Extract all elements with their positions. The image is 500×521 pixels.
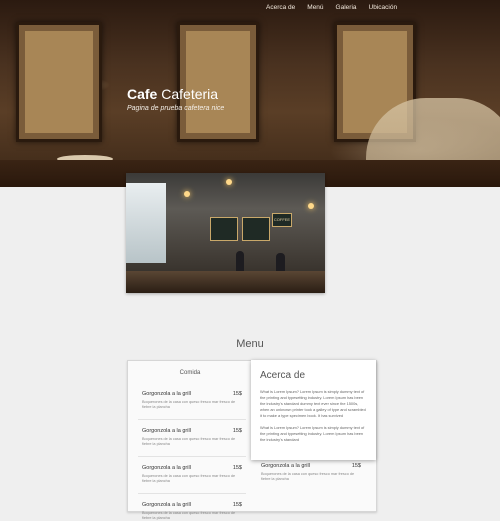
top-nav: Acerca de Menú Galeria Ubicación (266, 0, 397, 14)
site-title: Cafe Cafeteria (127, 86, 219, 102)
hero-banner: Acerca de Menú Galeria Ubicación Cafe Ca… (0, 0, 500, 187)
about-paragraph: What is Lorem Ipsum? Lorem Ipsum is simp… (260, 389, 366, 418)
nav-link-menu[interactable]: Menú (307, 4, 323, 11)
brand: Cafe Cafeteria Pagina de prueba cafetera… (127, 86, 224, 112)
menu-item-price: 15$ (351, 463, 361, 469)
menu-item-name: Gorgonzola a la grill (142, 502, 191, 508)
menu-item: Gorgonzola a la grill 15$ Boquerones de l… (138, 428, 246, 457)
menu-item-name: Gorgonzola a la grill (261, 463, 310, 469)
menu-item-description: Boquerones de la casa con queso fresco m… (142, 511, 236, 520)
photo-bar-counter (126, 271, 325, 293)
menu-item: Gorgonzola a la grill 15$ Boquerones de l… (142, 502, 242, 521)
menu-item-price: 15$ (232, 428, 242, 434)
menu-item-name: Gorgonzola a la grill (142, 465, 191, 471)
nav-link-ubicacion[interactable]: Ubicación (369, 4, 398, 11)
wall-frame-center (177, 22, 259, 142)
menu-item-description: Boquerones de la casa con queso fresco m… (142, 400, 236, 409)
photo-menu-board (242, 217, 270, 241)
photo-person (236, 251, 244, 273)
about-card: Acerca de What is Lorem Ipsum? Lorem Ips… (251, 360, 376, 460)
nav-link-acerca[interactable]: Acerca de (266, 4, 295, 11)
menu-item-description: Boquerones de la casa con queso fresco m… (142, 437, 236, 446)
site-subtitle: Pagina de prueba cafetera nice (127, 105, 225, 112)
photo-light (184, 191, 190, 197)
photo-coffee-sign: COFFEE (272, 213, 292, 227)
photo-menu-board (210, 217, 238, 241)
cafe-photo: COFFEE (126, 173, 325, 293)
menu-item-price: 15$ (232, 391, 242, 397)
photo-window (126, 183, 166, 263)
photo-light (308, 203, 314, 209)
photo-light (226, 179, 232, 185)
menu-item: Gorgonzola a la grill 15$ Boquerones de l… (261, 463, 361, 482)
about-title: Acerca de (260, 370, 306, 381)
nav-link-galeria[interactable]: Galeria (336, 4, 357, 11)
menu-item-description: Boquerones de la casa con queso fresco m… (142, 474, 236, 483)
menu-item-description: Boquerones de la casa con queso fresco m… (261, 472, 355, 481)
menu-item-price: 15$ (232, 502, 242, 508)
menu-column-heading: Comida (179, 370, 201, 376)
wall-frame-left (16, 22, 102, 142)
menu-item: Gorgonzola a la grill 15$ Boquerones de l… (138, 391, 246, 420)
menu-section-title: Menu (236, 338, 264, 350)
about-paragraph: What is Lorem Ipsum? Lorem Ipsum is simp… (260, 425, 365, 442)
menu-item-price: 15$ (232, 465, 242, 471)
photo-person (276, 253, 285, 273)
menu-item: Gorgonzola a la grill 15$ Boquerones de l… (138, 465, 246, 494)
menu-item-name: Gorgonzola a la grill (142, 391, 191, 397)
menu-item-name: Gorgonzola a la grill (142, 428, 191, 434)
